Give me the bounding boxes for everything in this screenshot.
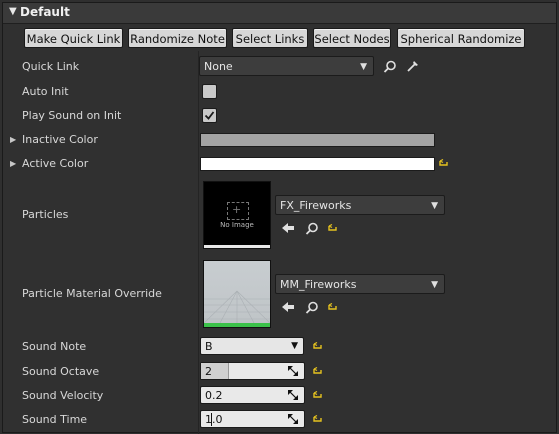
reset-to-default-icon[interactable] [328, 224, 338, 234]
quick-link-value: None [204, 60, 233, 73]
text-cursor [211, 413, 212, 426]
triangle-down-icon[interactable]: ▼ [9, 6, 17, 17]
chevron-down-icon: ▼ [360, 62, 367, 72]
reset-to-default-icon[interactable] [313, 342, 323, 352]
sound-velocity-label: Sound Velocity [22, 389, 104, 402]
drag-arrows-icon [288, 390, 298, 400]
sound-time-label: Sound Time [22, 413, 88, 426]
play-sound-on-init-label: Play Sound on Init [22, 109, 122, 122]
active-color-label: Active Color [22, 157, 89, 170]
magnifier-icon[interactable] [305, 301, 319, 315]
auto-init-label: Auto Init [22, 85, 69, 98]
inactive-color-label: Inactive Color [22, 133, 98, 146]
particle-material-override-label: Particle Material Override [22, 287, 162, 300]
category-header[interactable]: ▼ Default [3, 3, 556, 24]
randomize-note-button[interactable]: Randomize Note [128, 28, 227, 48]
material-asset-combo[interactable]: MM_Fireworks ▼ [275, 274, 445, 294]
chevron-down-icon: ▼ [291, 341, 298, 351]
particles-thumbnail[interactable]: + No Image [203, 181, 271, 249]
asset-type-bar [204, 245, 270, 248]
chevron-down-icon: ▼ [431, 280, 438, 290]
magnifier-icon[interactable] [383, 60, 397, 74]
reset-to-default-icon[interactable] [439, 159, 449, 169]
drag-arrows-icon [288, 414, 298, 424]
sound-note-value: B [205, 340, 213, 353]
triangle-right-icon[interactable]: ▶ [10, 159, 16, 168]
spherical-randomize-button[interactable]: Spherical Randomize [397, 28, 525, 48]
particles-asset-value: FX_Fireworks [280, 199, 352, 212]
sound-octave-spinbox[interactable]: 2 [200, 362, 305, 380]
sound-note-combo[interactable]: B ▼ [200, 337, 304, 355]
material-asset-value: MM_Fireworks [280, 278, 357, 291]
chevron-down-icon: ▼ [431, 201, 438, 211]
asset-type-bar [204, 323, 270, 327]
active-color-swatch[interactable] [200, 157, 435, 171]
sound-octave-label: Sound Octave [22, 365, 100, 378]
triangle-right-icon[interactable]: ▶ [10, 135, 16, 144]
sound-time-value: 1.0 [205, 413, 223, 426]
eyedropper-icon[interactable] [406, 59, 420, 73]
magnifier-icon[interactable] [305, 222, 319, 236]
quick-link-label: Quick Link [22, 60, 80, 73]
sound-octave-value: 2 [205, 365, 212, 378]
auto-init-checkbox[interactable] [202, 84, 217, 99]
particles-label: Particles [22, 208, 69, 221]
inactive-color-swatch[interactable] [200, 133, 435, 147]
reset-to-default-icon[interactable] [313, 391, 323, 401]
arrow-left-icon[interactable] [281, 222, 295, 234]
quick-link-combo[interactable]: None ▼ [199, 56, 374, 76]
reset-to-default-icon[interactable] [313, 367, 323, 377]
select-nodes-button[interactable]: Select Nodes [313, 28, 391, 48]
drag-arrows-icon [288, 366, 298, 376]
no-image-icon: + [227, 202, 249, 220]
thumbnail-text: No Image [220, 221, 254, 229]
sound-time-spinbox[interactable]: 1.0 [200, 410, 305, 428]
arrow-left-icon[interactable] [281, 301, 295, 313]
play-sound-on-init-checkbox[interactable] [202, 108, 217, 123]
material-thumbnail[interactable] [203, 260, 271, 328]
grid-floor-icon [204, 290, 270, 323]
sound-velocity-spinbox[interactable]: 0.2 [200, 386, 305, 404]
reset-to-default-icon[interactable] [313, 415, 323, 425]
details-panel: ▼ Default Make Quick Link Randomize Note… [2, 2, 557, 434]
particles-asset-combo[interactable]: FX_Fireworks ▼ [275, 195, 445, 215]
reset-to-default-icon[interactable] [328, 303, 338, 313]
column-divider[interactable] [198, 51, 199, 434]
sound-note-label: Sound Note [22, 340, 87, 353]
select-links-button[interactable]: Select Links [232, 28, 308, 48]
checkmark-icon [204, 111, 215, 120]
make-quick-link-button[interactable]: Make Quick Link [24, 28, 123, 48]
sound-velocity-value: 0.2 [205, 389, 223, 402]
category-title: Default [20, 5, 70, 19]
